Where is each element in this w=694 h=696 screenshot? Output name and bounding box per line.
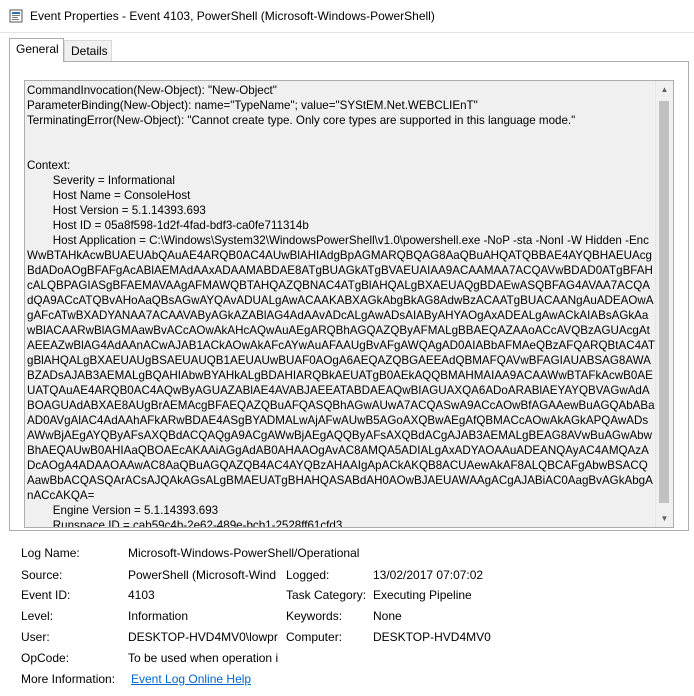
general-panel: CommandInvocation(New-Object): "New-Obje… — [9, 61, 689, 531]
scroll-up-arrow-icon[interactable]: ▲ — [656, 81, 673, 98]
keywords-value: None — [373, 609, 402, 623]
scrollbar-thumb[interactable] — [659, 101, 669, 503]
logged-value: 13/02/2017 07:07:02 — [373, 568, 484, 582]
keywords-label: Keywords: — [286, 609, 343, 623]
event-details: Log Name: Microsoft-Windows-PowerShell/O… — [0, 540, 694, 696]
source-label: Source: — [21, 568, 63, 582]
task-category-label: Task Category: — [286, 588, 367, 602]
event-log-online-help-link[interactable]: Event Log Online Help — [131, 672, 251, 686]
title-bar: Event Properties - Event 4103, PowerShel… — [0, 0, 694, 33]
tab-general[interactable]: General — [9, 38, 64, 62]
event-viewer-icon — [9, 9, 23, 23]
computer-label: Computer: — [286, 630, 343, 644]
event-id-value: 4103 — [128, 588, 155, 602]
logged-label: Logged: — [286, 568, 330, 582]
computer-value: DESKTOP-HVD4MV0 — [373, 630, 491, 644]
event-message-textbox[interactable]: CommandInvocation(New-Object): "New-Obje… — [24, 80, 674, 528]
source-value: PowerShell (Microsoft-Wind — [128, 568, 277, 582]
level-value: Information — [128, 609, 189, 623]
opcode-label: OpCode: — [21, 651, 70, 665]
level-label: Level: — [21, 609, 54, 623]
opcode-value: To be used when operation i — [128, 651, 278, 665]
window-title: Event Properties - Event 4103, PowerShel… — [30, 9, 435, 23]
log-name-value: Microsoft-Windows-PowerShell/Operational — [128, 546, 360, 560]
event-message-text: CommandInvocation(New-Object): "New-Obje… — [27, 84, 655, 528]
message-scrollbar[interactable]: ▲ ▼ — [655, 81, 673, 527]
log-name-label: Log Name: — [21, 546, 80, 560]
more-info-label: More Information: — [21, 672, 116, 686]
event-id-label: Event ID: — [21, 588, 71, 602]
user-label: User: — [21, 630, 50, 644]
task-category-value: Executing Pipeline — [373, 588, 472, 602]
user-value: DESKTOP-HVD4MV0\lowpriv — [128, 630, 278, 644]
tab-details[interactable]: Details — [64, 40, 112, 61]
scroll-down-arrow-icon[interactable]: ▼ — [656, 510, 673, 527]
